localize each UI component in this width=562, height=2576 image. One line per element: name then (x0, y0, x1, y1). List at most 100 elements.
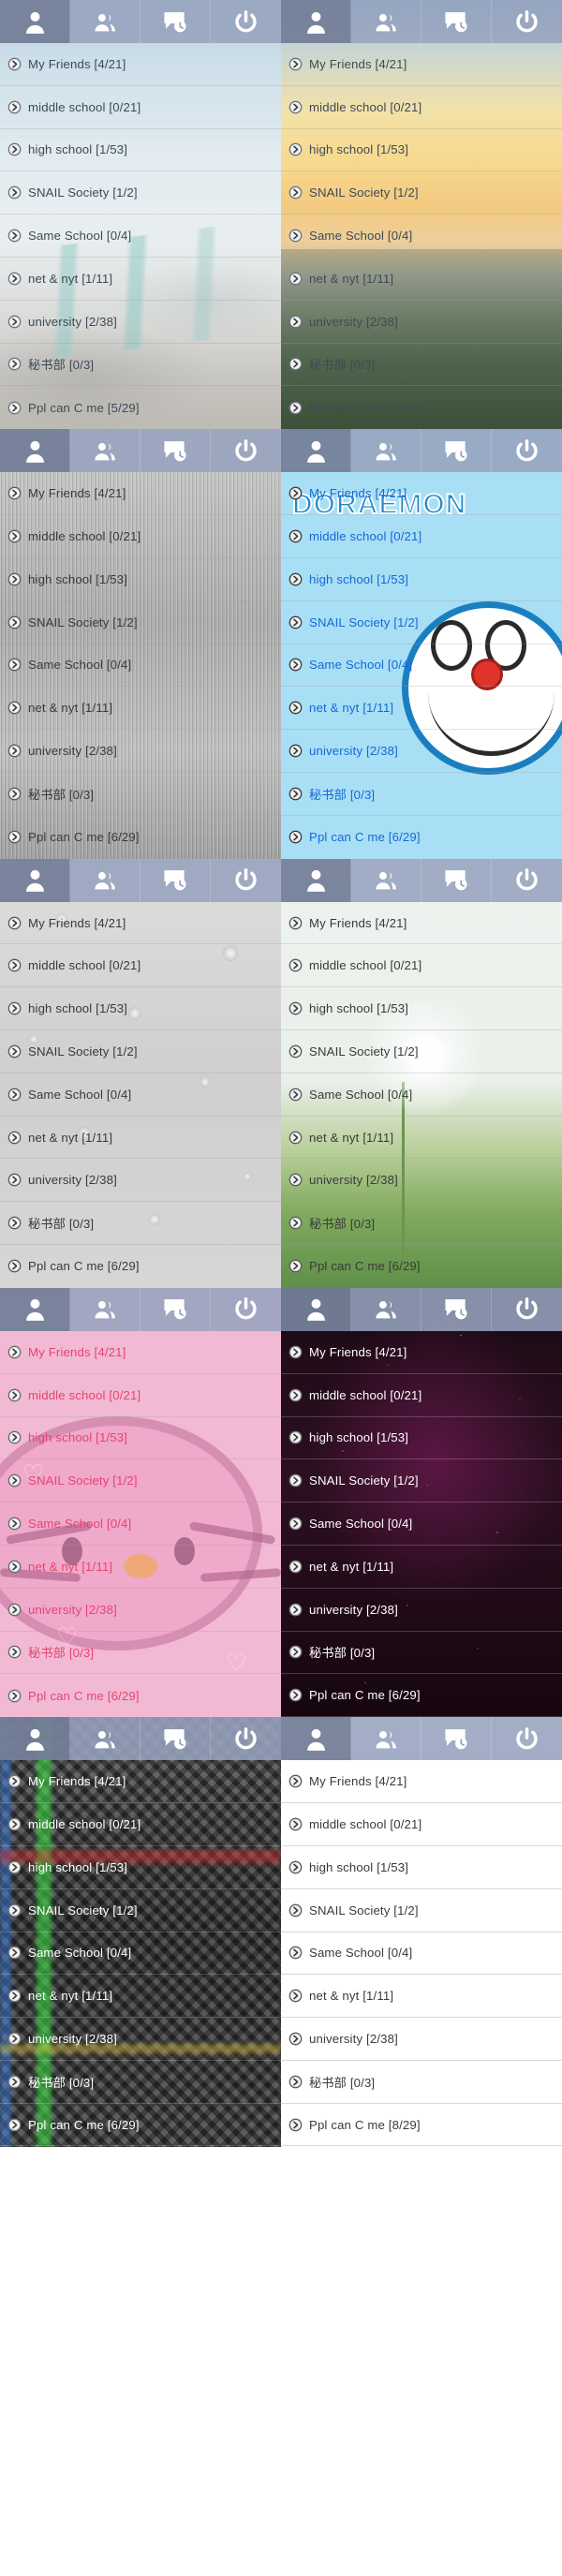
toolbar-button-profile[interactable] (0, 858, 70, 902)
toolbar-button-profile[interactable] (0, 0, 70, 43)
toolbar-button-friends[interactable] (70, 1717, 140, 1761)
toolbar-button-power[interactable] (492, 1717, 562, 1761)
group-list-item[interactable]: Same School [0/4] (281, 215, 562, 258)
toolbar-button-power[interactable] (492, 0, 562, 43)
toolbar-button-recent-chats[interactable] (140, 858, 211, 902)
toolbar-button-power[interactable] (211, 429, 281, 473)
toolbar-button-profile[interactable] (0, 1717, 70, 1761)
toolbar-button-friends[interactable] (70, 858, 140, 902)
toolbar-button-power[interactable] (492, 429, 562, 473)
group-list-item[interactable]: Ppl can C me [5/29] (281, 386, 562, 429)
toolbar-button-friends[interactable] (351, 858, 422, 902)
group-list-item[interactable]: SNAIL Society [1/2] (281, 1030, 562, 1073)
group-list-item[interactable]: My Friends [4/21] (0, 902, 281, 945)
group-list-item[interactable]: net & nyt [1/11] (281, 1975, 562, 2019)
group-list-item[interactable]: net & nyt [1/11] (281, 1117, 562, 1160)
theme-panel-water-droplets[interactable]: My Friends [4/21] middle school [0/21] hig… (0, 858, 281, 1288)
toolbar-button-recent-chats[interactable] (140, 429, 211, 473)
toolbar-button-friends[interactable] (351, 429, 422, 473)
group-list-item[interactable]: My Friends [4/21] (281, 902, 562, 945)
toolbar-button-friends[interactable] (70, 0, 140, 43)
group-list-item[interactable]: Same School [0/4] (281, 1073, 562, 1117)
group-list-item[interactable]: middle school [0/21] (281, 86, 562, 129)
group-list-item[interactable]: high school [1/53] (281, 987, 562, 1031)
group-list-item[interactable]: SNAIL Society [1/2] (0, 601, 281, 644)
group-list-item[interactable]: Ppl can C me [6/29] (281, 1245, 562, 1288)
theme-panel-beach-pebbles[interactable]: My Friends [4/21] middle school [0/21] hig… (0, 0, 281, 430)
toolbar-button-power[interactable] (492, 858, 562, 902)
theme-panel-doraemon-blue[interactable]: DORAEMON My Friends [4/21] middle school … (281, 429, 562, 859)
group-list-item[interactable]: My Friends [4/21] (0, 1331, 281, 1374)
group-list-item[interactable]: university [2/38] (0, 1159, 281, 1203)
group-list-item[interactable]: My Friends [4/21] (281, 1760, 562, 1804)
toolbar-button-power[interactable] (211, 1717, 281, 1761)
group-list-item[interactable]: Ppl can C me [6/29] (281, 1674, 562, 1718)
group-list-item[interactable]: My Friends [4/21] (0, 43, 281, 86)
group-list-item[interactable]: university [2/38] (0, 1589, 281, 1632)
toolbar-button-power[interactable] (211, 858, 281, 902)
group-list-item[interactable]: Same School [0/4] (0, 215, 281, 258)
group-list-item[interactable]: My Friends [4/21] (281, 43, 562, 86)
toolbar-button-recent-chats[interactable] (140, 0, 211, 43)
group-list-item[interactable]: 秘书部 [0/3] (281, 344, 562, 387)
toolbar-button-recent-chats[interactable] (422, 858, 492, 902)
theme-panel-dark-purple-glitter[interactable]: My Friends [4/21] middle school [0/21] hig… (281, 1287, 562, 1718)
toolbar-button-recent-chats[interactable] (422, 1287, 492, 1331)
group-list-item[interactable]: SNAIL Society [1/2] (281, 1889, 562, 1932)
group-list-item[interactable]: Ppl can C me [5/29] (0, 386, 281, 429)
group-list-item[interactable]: middle school [0/21] (0, 944, 281, 988)
theme-panel-hello-kitty-pink[interactable]: ♡ ♡ ♡ My Friends [4/21] middle school [0/2… (0, 1287, 281, 1718)
theme-panel-plain-white[interactable]: My Friends [4/21] middle school [0/21] hig… (281, 1717, 562, 2147)
toolbar-button-recent-chats[interactable] (422, 429, 492, 473)
group-list-item[interactable]: university [2/38] (0, 730, 281, 773)
group-list-item[interactable]: My Friends [4/21] (0, 1760, 281, 1804)
group-list-item[interactable]: net & nyt [1/11] (281, 258, 562, 301)
group-list-item[interactable]: middle school [0/21] (281, 944, 562, 988)
group-list-item[interactable]: net & nyt [1/11] (0, 1117, 281, 1160)
group-list-item[interactable]: My Friends [4/21] (281, 1331, 562, 1374)
group-list-item[interactable]: middle school [0/21] (0, 86, 281, 129)
toolbar-button-friends[interactable] (70, 1287, 140, 1331)
theme-panel-sunset-sky[interactable]: My Friends [4/21] middle school [0/21] hig… (281, 0, 562, 430)
group-list-item[interactable]: high school [1/53] (0, 1417, 281, 1460)
group-list-item[interactable]: university [2/38] (281, 730, 562, 773)
group-list-item[interactable]: high school [1/53] (0, 1846, 281, 1889)
group-list-item[interactable]: net & nyt [1/11] (0, 687, 281, 731)
group-list-item[interactable]: high school [1/53] (0, 129, 281, 172)
group-list-item[interactable]: net & nyt [1/11] (0, 258, 281, 301)
group-list-item[interactable]: Same School [0/4] (281, 1932, 562, 1976)
group-list-item[interactable]: Ppl can C me [6/29] (0, 2104, 281, 2147)
toolbar-button-recent-chats[interactable] (140, 1287, 211, 1331)
toolbar-button-friends[interactable] (351, 1717, 422, 1761)
group-list-item[interactable]: university [2/38] (281, 2018, 562, 2061)
group-list-item[interactable]: Same School [0/4] (0, 1073, 281, 1117)
group-list-item[interactable]: SNAIL Society [1/2] (281, 1459, 562, 1503)
group-list-item[interactable]: university [2/38] (281, 301, 562, 344)
group-list-item[interactable]: SNAIL Society [1/2] (0, 1459, 281, 1503)
toolbar-button-friends[interactable] (70, 429, 140, 473)
group-list-item[interactable]: university [2/38] (281, 1159, 562, 1203)
group-list-item[interactable]: 秘书部 [0/3] (281, 1632, 562, 1675)
group-list-item[interactable]: high school [1/53] (0, 987, 281, 1031)
group-list-item[interactable]: Ppl can C me [6/29] (0, 816, 281, 859)
group-list-item[interactable]: SNAIL Society [1/2] (0, 171, 281, 215)
group-list-item[interactable]: university [2/38] (0, 301, 281, 344)
group-list-item[interactable]: high school [1/53] (281, 1417, 562, 1460)
group-list-item[interactable]: net & nyt [1/11] (281, 687, 562, 731)
toolbar-button-power[interactable] (492, 1287, 562, 1331)
group-list-item[interactable]: SNAIL Society [1/2] (281, 171, 562, 215)
group-list-item[interactable]: 秘书部 [0/3] (281, 773, 562, 816)
group-list-item[interactable]: Ppl can C me [6/29] (0, 1245, 281, 1288)
group-list-item[interactable]: Same School [0/4] (281, 1503, 562, 1546)
toolbar-button-profile[interactable] (281, 1287, 351, 1331)
group-list-item[interactable]: SNAIL Society [1/2] (281, 601, 562, 644)
group-list-item[interactable]: My Friends [4/21] (281, 472, 562, 516)
theme-panel-dandelion-field[interactable]: My Friends [4/21] middle school [0/21] hig… (281, 858, 562, 1288)
group-list-item[interactable]: net & nyt [1/11] (0, 1975, 281, 2019)
group-list-item[interactable]: 秘书部 [0/3] (0, 1632, 281, 1675)
group-list-item[interactable]: 秘书部 [0/3] (0, 773, 281, 816)
toolbar-button-power[interactable] (211, 0, 281, 43)
group-list-item[interactable]: SNAIL Society [1/2] (0, 1889, 281, 1932)
group-list-item[interactable]: university [2/38] (0, 2018, 281, 2061)
group-list-item[interactable]: middle school [0/21] (0, 1803, 281, 1846)
